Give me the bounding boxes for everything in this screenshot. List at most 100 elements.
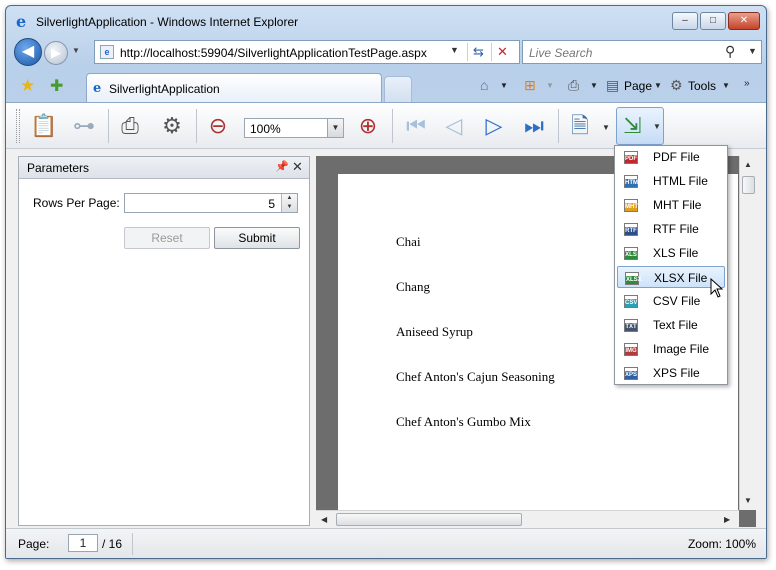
menu-item-mht[interactable]: MHT MHT File — [617, 194, 725, 216]
feeds-icon[interactable]: ⊞ — [524, 77, 536, 94]
window-title: SilverlightApplication - Windows Interne… — [36, 15, 299, 29]
parameters-panel: Parameters 📌 ✕ Rows Per Page: 5 ▲ ▼ Rese… — [18, 156, 310, 526]
text-file-icon: TXT — [624, 319, 638, 332]
chevron-more-icon[interactable]: » — [744, 78, 750, 89]
print-icon[interactable]: ⎙ — [114, 110, 146, 142]
spinner-down-icon[interactable]: ▼ — [282, 203, 297, 212]
stop-icon[interactable]: ✕ — [491, 43, 513, 61]
page-setup-icon[interactable]: ⚙ — [156, 110, 188, 142]
home-dropdown-icon[interactable]: ▼ — [500, 81, 508, 90]
refresh-icon[interactable]: ⇆ — [467, 43, 489, 61]
parameters-title: Parameters — [27, 161, 90, 175]
maximize-button[interactable]: □ — [700, 12, 726, 30]
search-input[interactable]: Live Search — [529, 46, 592, 60]
tools-menu[interactable]: Tools — [688, 79, 716, 93]
zoom-status: Zoom: 100% — [687, 537, 756, 551]
submit-button[interactable]: Submit — [214, 227, 300, 249]
menu-item-xls[interactable]: XLS XLS File — [617, 242, 725, 264]
status-bar: Page: 1 / 16 Zoom: 100% — [6, 528, 766, 558]
new-tab-button[interactable] — [384, 76, 412, 102]
menu-item-pdf[interactable]: PDF PDF File — [617, 146, 725, 168]
page-menu-icon[interactable]: ▤ — [606, 77, 619, 94]
tab-silverlight-application[interactable]: e SilverlightApplication — [86, 73, 382, 102]
menu-item-text[interactable]: TXT Text File — [617, 314, 725, 336]
export-dropdown-icon: ▼ — [653, 122, 661, 131]
spinner-up-icon[interactable]: ▲ — [282, 194, 297, 203]
zoom-combobox[interactable]: 100% ▼ — [244, 118, 344, 138]
toolbar-separator — [108, 109, 109, 143]
pin-icon[interactable]: 📌 — [275, 160, 289, 173]
close-window-button[interactable]: ✕ — [728, 12, 760, 30]
forward-button[interactable]: ▶ — [44, 41, 68, 65]
address-bar[interactable]: e http://localhost:59904/SilverlightAppl… — [94, 40, 520, 64]
search-icon[interactable]: ⚲ — [725, 43, 735, 60]
page-dropdown-icon[interactable]: ▼ — [654, 81, 662, 90]
report-item: Chang — [396, 279, 430, 294]
favorites-star-icon[interactable]: ★ — [20, 76, 35, 96]
scroll-up-icon[interactable]: ▲ — [744, 160, 752, 169]
menu-item-csv[interactable]: CSV CSV File — [617, 290, 725, 312]
first-page-icon[interactable]: ⏮ — [400, 110, 432, 142]
image-file-icon: IMG — [624, 343, 638, 356]
menu-item-xlsx[interactable]: XLSX XLSX File — [617, 266, 725, 288]
toolbar-grip[interactable] — [16, 109, 20, 143]
back-button[interactable]: ◀ — [14, 38, 42, 66]
history-dropdown-icon[interactable]: ▼ — [72, 46, 80, 55]
search-dropdown-icon[interactable]: ▼ — [748, 46, 757, 56]
zoom-out-icon[interactable]: ⊖ — [202, 110, 234, 142]
menu-item-label: RTF File — [653, 222, 699, 236]
page-number-input[interactable]: 1 — [68, 534, 98, 552]
menu-item-xps[interactable]: XPS XPS File — [617, 362, 725, 384]
export-menu: PDF PDF File HTML HTML File MHT MHT File… — [614, 145, 728, 385]
home-icon[interactable]: ⌂ — [480, 77, 488, 93]
tools-gear-icon[interactable]: ⚙ — [670, 77, 683, 94]
search-box[interactable]: Live Search ⚲ ▼ — [522, 40, 762, 64]
parameters-header: Parameters 📌 ✕ — [19, 157, 309, 179]
reset-button[interactable]: Reset — [124, 227, 210, 249]
page-menu[interactable]: Page — [624, 79, 652, 93]
menu-item-image[interactable]: IMG Image File — [617, 338, 725, 360]
vertical-scrollbar[interactable]: ▲ ▼ — [739, 156, 756, 510]
document-map-icon[interactable]: ⊶ — [68, 110, 100, 142]
rows-spinner[interactable]: ▲ ▼ — [281, 194, 297, 212]
zoom-in-icon[interactable]: ⊕ — [352, 110, 384, 142]
menu-item-html[interactable]: HTML HTML File — [617, 170, 725, 192]
tools-dropdown-icon[interactable]: ▼ — [722, 81, 730, 90]
page-icon: e — [100, 45, 114, 59]
rows-per-page-input[interactable]: 5 ▲ ▼ — [124, 193, 298, 213]
print-dropdown-icon[interactable]: ▼ — [590, 81, 598, 90]
feeds-dropdown-icon[interactable]: ▼ — [546, 81, 554, 90]
save-icon[interactable]: 🗎 — [564, 110, 596, 142]
minimize-button[interactable]: – — [672, 12, 698, 30]
scroll-down-icon[interactable]: ▼ — [744, 496, 752, 505]
report-item: Chef Anton's Gumbo Mix — [396, 414, 531, 429]
next-page-icon[interactable]: ▷ — [478, 110, 510, 142]
toolbar-separator — [392, 109, 393, 143]
parameters-icon[interactable]: 📋 — [28, 110, 60, 142]
menu-item-label: XPS File — [653, 366, 700, 380]
horizontal-scroll-thumb[interactable] — [336, 513, 522, 526]
menu-item-label: HTML File — [653, 174, 708, 188]
zoom-dropdown-icon[interactable]: ▼ — [327, 119, 343, 137]
menu-item-rtf[interactable]: RTF RTF File — [617, 218, 725, 240]
previous-page-icon[interactable]: ◁ — [438, 110, 470, 142]
rows-per-page-value[interactable]: 5 — [268, 197, 275, 211]
last-page-icon[interactable]: ⏭ — [518, 110, 550, 142]
xlsx-file-icon: XLSX — [625, 272, 642, 285]
add-favorite-icon[interactable]: ✚ — [50, 76, 63, 96]
scroll-right-icon[interactable]: ▶ — [724, 515, 730, 524]
vertical-scroll-thumb[interactable] — [742, 176, 755, 194]
menu-item-label: XLS File — [653, 246, 699, 260]
save-dropdown-icon[interactable]: ▼ — [602, 123, 610, 132]
rows-per-page-label: Rows Per Page: — [33, 196, 120, 210]
tab-page-icon: e — [93, 81, 102, 96]
close-icon[interactable]: ✕ — [292, 159, 303, 175]
print-icon[interactable]: ⎙ — [568, 77, 579, 94]
zoom-value[interactable]: 100% — [250, 122, 281, 136]
horizontal-scrollbar[interactable]: ◀ ▶ — [316, 510, 739, 527]
export-button[interactable]: ⇲ ▼ — [616, 107, 664, 145]
address-dropdown-icon[interactable]: ▼ — [450, 45, 459, 55]
scroll-left-icon[interactable]: ◀ — [321, 515, 327, 524]
xps-file-icon: XPS — [624, 367, 638, 380]
address-text[interactable]: http://localhost:59904/SilverlightApplic… — [120, 46, 427, 60]
